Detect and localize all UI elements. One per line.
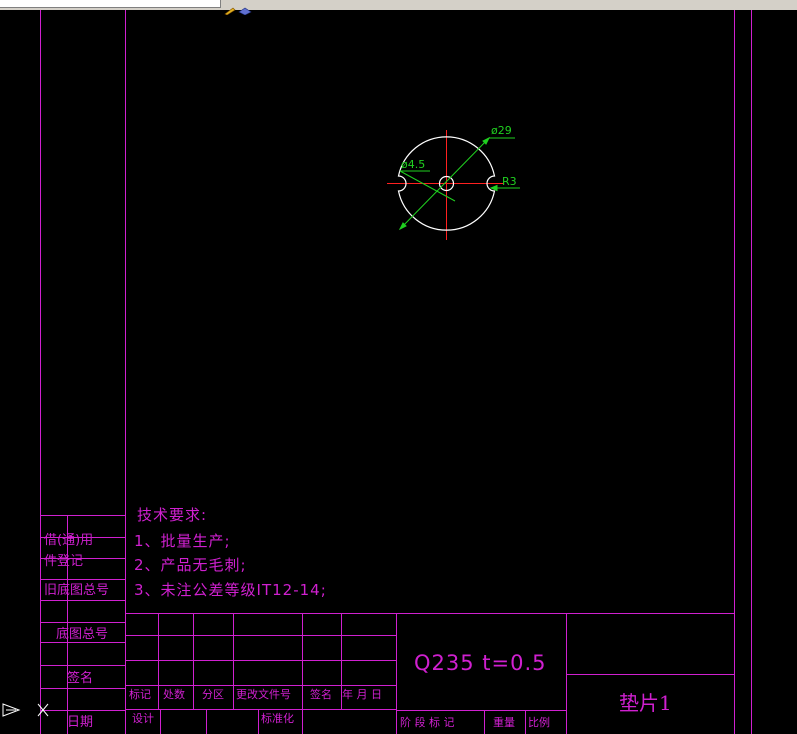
label-standardize: 标准化 [261,712,294,725]
dimension-notch-radius: R3 [502,175,517,188]
header-zone: 分区 [202,688,224,701]
tech-requirements-title: 技术要求: [137,506,208,524]
command-field[interactable] [0,0,221,8]
tech-requirement-item: 2、产品无毛刺; [134,556,247,574]
label-design: 设计 [132,712,154,725]
side-label-old-no: 旧底图总号 [44,583,110,598]
side-label-borrow: 借(通)用 [44,533,94,548]
header-sign: 签名 [310,688,332,701]
side-label-base-no: 底图总号 [56,627,109,642]
header-mark: 标记 [129,688,151,701]
stage-mark-label: 阶 段 标 记 [400,716,455,729]
weight-label: 重量 [493,716,515,729]
pencil-icon[interactable] [224,0,236,16]
header-change-doc: 更改文件号 [236,688,291,701]
dimension-outer-diameter: ø29 [491,124,512,137]
part-washer[interactable] [387,130,520,240]
drawing-frame [2,10,752,734]
dimension-hole: ø4.5 [401,158,426,171]
header-date: 年 月 日 [342,688,382,701]
tech-requirement-item: 1、批量生产; [134,532,231,550]
side-label-register: 件登记 [44,554,84,569]
layer-icon[interactable] [238,0,252,16]
drawing-canvas[interactable]: ø29 ø4.5 R3 技术要求: 1、批量生产; 2、产品无毛刺; 3、未注公… [0,10,797,734]
toolbar [0,0,797,16]
tech-requirement-item: 3、未注公差等级IT12-14; [134,581,327,599]
scale-label: 比例 [528,716,550,729]
side-label-date: 日期 [67,715,94,730]
side-label-sign: 签名 [67,671,94,686]
header-count: 处数 [163,688,185,701]
part-name-label: 垫片1 [619,691,672,715]
material-label: Q235 t=0.5 [414,651,547,675]
